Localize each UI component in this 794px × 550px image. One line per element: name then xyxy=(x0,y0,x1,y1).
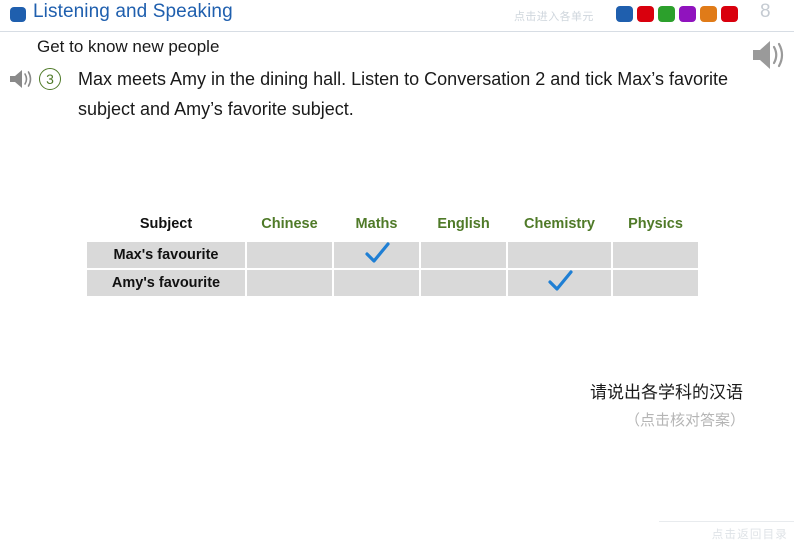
cell-amy-maths[interactable] xyxy=(334,270,419,296)
column-header-maths: Maths xyxy=(355,216,398,232)
unit-swatch-red[interactable] xyxy=(637,6,654,22)
chinese-prompt: 请说出各学科的汉语 xyxy=(590,383,743,403)
question-instruction-text: Max meets Amy in the dining hall. Listen… xyxy=(78,69,728,119)
unit-swatch-group[interactable] xyxy=(616,6,738,22)
check-icon xyxy=(362,242,392,268)
cell-max-chemistry[interactable] xyxy=(508,242,611,268)
unit-swatch-green[interactable] xyxy=(658,6,675,22)
table-row: Max's favourite xyxy=(87,242,698,268)
cell-max-english[interactable] xyxy=(421,242,506,268)
cell-amy-english[interactable] xyxy=(421,270,506,296)
row-label-max: Max's favourite xyxy=(87,242,245,268)
blue-square-icon xyxy=(10,7,26,22)
cell-amy-physics[interactable] xyxy=(613,270,698,296)
header-hint-text: 点击进入各单元 xyxy=(514,11,594,23)
cell-max-physics[interactable] xyxy=(613,242,698,268)
speaker-icon[interactable] xyxy=(750,38,788,72)
cell-amy-chinese[interactable] xyxy=(247,270,332,296)
column-header-physics: Physics xyxy=(628,216,683,232)
column-header-english: English xyxy=(437,216,490,232)
row-label-amy: Amy's favourite xyxy=(87,270,245,296)
unit-swatch-red-2[interactable] xyxy=(721,6,738,22)
column-header-chemistry: Chemistry xyxy=(524,216,595,232)
page-header: Listening and Speaking 点击进入各单元 8 xyxy=(0,0,794,32)
cell-amy-chemistry[interactable] xyxy=(508,270,611,296)
page-number: 8 xyxy=(760,1,771,22)
chinese-sub-prompt[interactable]: （点击核对答案） xyxy=(0,409,745,430)
footer-divider xyxy=(659,521,794,522)
column-header-chinese: Chinese xyxy=(261,216,318,232)
column-header-subject: Subject xyxy=(139,216,193,232)
table-header-row: Subject Chinese Maths English Chemistry … xyxy=(87,216,698,240)
speaker-icon[interactable] xyxy=(8,68,34,90)
favourite-subject-table: Subject Chinese Maths English Chemistry … xyxy=(85,214,700,298)
cell-max-maths[interactable] xyxy=(334,242,419,268)
back-to-contents-link[interactable]: 点击返回目录 xyxy=(0,526,788,542)
check-icon xyxy=(545,270,575,296)
cell-max-chinese[interactable] xyxy=(247,242,332,268)
unit-swatch-blue[interactable] xyxy=(616,6,633,22)
section-subheading: Get to know new people xyxy=(37,37,220,56)
unit-swatch-purple[interactable] xyxy=(679,6,696,22)
page-title: Listening and Speaking xyxy=(33,1,233,22)
question-number-badge: 3 xyxy=(39,68,61,90)
unit-swatch-orange[interactable] xyxy=(700,6,717,22)
table-row: Amy's favourite xyxy=(87,270,698,296)
